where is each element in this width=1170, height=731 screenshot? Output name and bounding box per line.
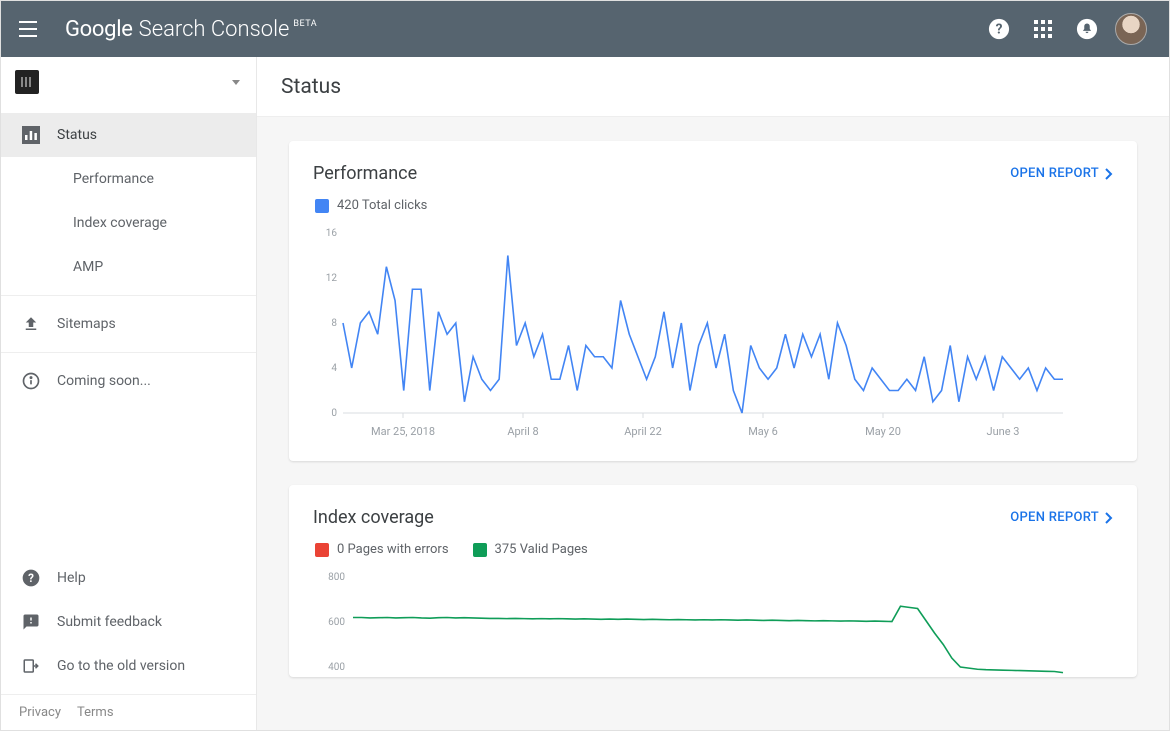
sidebar-item-label: AMP bbox=[73, 259, 103, 275]
card-title: Performance bbox=[313, 163, 417, 184]
svg-text:800: 800 bbox=[328, 572, 345, 583]
logo-google: Google bbox=[65, 17, 133, 42]
legend-valid: 375 Valid Pages bbox=[473, 542, 588, 557]
sidebar-item-feedback[interactable]: Submit feedback bbox=[1, 600, 256, 644]
sidebar-item-status[interactable]: Status bbox=[1, 113, 256, 157]
notifications-icon[interactable] bbox=[1067, 9, 1107, 49]
apps-icon[interactable] bbox=[1023, 9, 1063, 49]
svg-text:16: 16 bbox=[326, 228, 338, 239]
svg-text:April 22: April 22 bbox=[624, 425, 662, 438]
legend-label: 420 Total clicks bbox=[337, 198, 427, 213]
sidebar-item-label: Sitemaps bbox=[57, 316, 116, 332]
sidebar-item-amp[interactable]: AMP bbox=[1, 245, 256, 289]
chevron-right-icon bbox=[1105, 168, 1113, 180]
account-avatar[interactable] bbox=[1111, 9, 1151, 49]
open-report-button[interactable]: OPEN REPORT bbox=[1010, 166, 1113, 181]
sidebar-item-label: Index coverage bbox=[73, 215, 167, 231]
sidebar-item-old-version[interactable]: Go to the old version bbox=[1, 644, 256, 688]
sidebar-item-label: Performance bbox=[73, 171, 154, 187]
open-report-button[interactable]: OPEN REPORT bbox=[1010, 510, 1113, 525]
page-header: Status bbox=[257, 57, 1169, 117]
sidebar-item-label: Help bbox=[57, 570, 86, 586]
index-coverage-card: Index coverage OPEN REPORT 0 Pages with … bbox=[289, 485, 1137, 677]
sidebar-item-label: Coming soon... bbox=[57, 373, 151, 389]
terms-link[interactable]: Terms bbox=[77, 705, 114, 720]
card-title: Index coverage bbox=[313, 507, 434, 528]
performance-chart: 0 4 8 12 16 Mar 25, 2018 April 8 April 22 May 6 M… bbox=[313, 223, 1113, 443]
sidebar-item-performance[interactable]: Performance bbox=[1, 157, 256, 201]
menu-icon[interactable] bbox=[19, 17, 43, 41]
sidebar-item-sitemaps[interactable]: Sitemaps bbox=[1, 302, 256, 346]
legend-swatch-icon bbox=[315, 199, 329, 213]
svg-text:June 3: June 3 bbox=[987, 425, 1020, 438]
index-coverage-chart: 400 600 800 bbox=[313, 567, 1113, 677]
footer-links: Privacy Terms bbox=[1, 694, 256, 730]
help-circle-icon: ? bbox=[19, 566, 43, 590]
legend-label: 375 Valid Pages bbox=[495, 542, 588, 557]
legend-swatch-icon bbox=[315, 543, 329, 557]
svg-text:4: 4 bbox=[331, 363, 337, 374]
svg-text:600: 600 bbox=[328, 617, 345, 628]
legend-label: 0 Pages with errors bbox=[337, 542, 449, 557]
logo-search-console: Search Console bbox=[139, 17, 290, 42]
svg-text:?: ? bbox=[28, 571, 34, 585]
app-header: Google Search Console BETA ? bbox=[1, 1, 1169, 57]
sidebar-item-help[interactable]: ? Help bbox=[1, 556, 256, 600]
legend-errors: 0 Pages with errors bbox=[315, 542, 449, 557]
property-thumbnail bbox=[15, 70, 39, 94]
svg-text:400: 400 bbox=[328, 662, 345, 673]
info-icon bbox=[19, 369, 43, 393]
legend-total-clicks: 420 Total clicks bbox=[315, 198, 427, 213]
property-selector[interactable] bbox=[1, 57, 256, 107]
sidebar-item-label: Submit feedback bbox=[57, 614, 162, 630]
svg-text:May 6: May 6 bbox=[748, 425, 778, 438]
svg-text:Mar 25, 2018: Mar 25, 2018 bbox=[371, 425, 435, 438]
svg-text:12: 12 bbox=[326, 273, 338, 284]
sidebar-item-label: Status bbox=[57, 127, 97, 143]
sidebar-item-label: Go to the old version bbox=[57, 658, 185, 674]
svg-text:May 20: May 20 bbox=[865, 425, 901, 438]
sidebar-item-index-coverage[interactable]: Index coverage bbox=[1, 201, 256, 245]
exit-icon bbox=[19, 654, 43, 678]
svg-text:8: 8 bbox=[331, 318, 337, 329]
page-title: Status bbox=[281, 75, 341, 99]
help-icon[interactable]: ? bbox=[979, 9, 1019, 49]
chevron-down-icon bbox=[232, 80, 240, 85]
beta-badge: BETA bbox=[293, 19, 317, 29]
svg-text:?: ? bbox=[996, 22, 1003, 38]
upload-icon bbox=[19, 312, 43, 336]
sidebar: Status Performance Index coverage AMP bbox=[1, 57, 257, 730]
main-content: Status Performance OPEN REPORT 420 bbox=[257, 57, 1169, 730]
privacy-link[interactable]: Privacy bbox=[19, 705, 61, 720]
svg-text:0: 0 bbox=[331, 408, 337, 419]
svg-text:April 8: April 8 bbox=[507, 425, 538, 438]
sidebar-item-coming-soon: Coming soon... bbox=[1, 359, 256, 403]
chevron-right-icon bbox=[1105, 512, 1113, 524]
feedback-icon bbox=[19, 610, 43, 634]
bar-chart-icon bbox=[19, 123, 43, 147]
legend-swatch-icon bbox=[473, 543, 487, 557]
product-logo: Google Search Console BETA bbox=[65, 17, 317, 42]
performance-card: Performance OPEN REPORT 420 Total clicks bbox=[289, 141, 1137, 461]
